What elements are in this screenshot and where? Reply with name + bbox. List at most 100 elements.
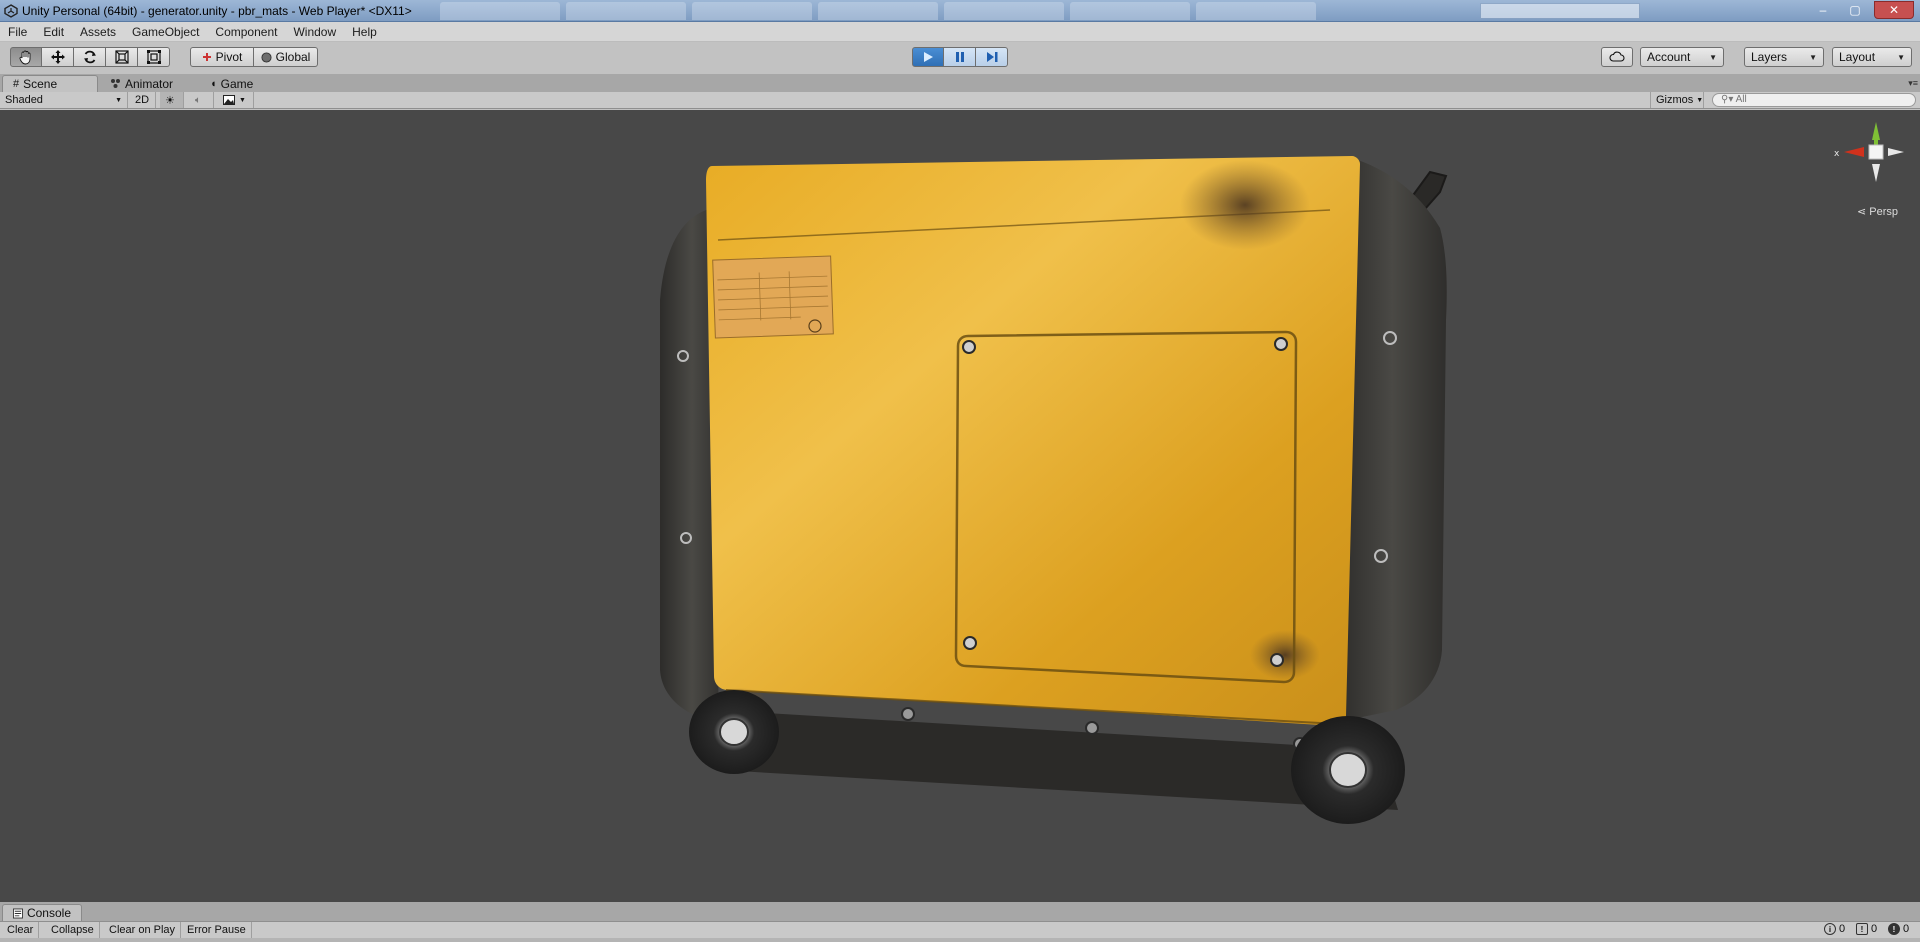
generator-model	[660, 156, 1448, 824]
pause-icon	[955, 52, 964, 62]
rotate-icon	[83, 50, 96, 64]
tab-scene[interactable]: # Scene	[2, 75, 98, 92]
rotate-tool-button[interactable]	[74, 47, 106, 67]
layout-dropdown[interactable]: Layout ▼	[1832, 47, 1912, 67]
hand-icon	[19, 50, 31, 65]
warning-counter[interactable]: ! 0	[1856, 923, 1877, 935]
axis-gizmo-icon: x	[1834, 122, 1904, 182]
tab-menu-icon[interactable]: ▾≡	[1908, 78, 1918, 89]
tab-animator[interactable]: Animator	[100, 75, 183, 92]
rect-transform-icon	[146, 50, 161, 64]
console-toolbar: Clear Collapse Clear on Play Error Pause…	[0, 921, 1920, 938]
menu-component[interactable]: Component	[207, 25, 285, 39]
play-icon	[924, 52, 933, 62]
global-label: Global	[275, 50, 311, 64]
scene-lighting-toggle[interactable]: ☀	[160, 92, 184, 108]
console-clear-button[interactable]: Clear	[2, 922, 40, 938]
scene-toolbar: Shaded ▼ 2D ☀ 🔈︎ ▼ Gizmos ▼ ⚲▾ All	[0, 92, 1920, 109]
search-placeholder: All	[1735, 94, 1747, 105]
warning-count: 0	[1871, 923, 1878, 935]
scale-icon	[114, 50, 129, 64]
layers-group: Layers ▼	[1744, 47, 1824, 67]
move-tool-button[interactable]	[42, 47, 74, 67]
spec-plate	[712, 255, 834, 339]
transform-tools	[10, 47, 170, 67]
speaker-icon: 🔈︎	[195, 94, 201, 106]
menu-edit[interactable]: Edit	[35, 25, 72, 39]
gizmos-label: Gizmos	[1656, 94, 1694, 106]
sun-icon: ☀	[165, 94, 175, 107]
pivot-global-toggles: Pivot Global	[190, 47, 318, 67]
menu-help[interactable]: Help	[344, 25, 385, 39]
account-dropdown[interactable]: Account ▼	[1640, 47, 1724, 67]
step-button[interactable]	[976, 47, 1008, 67]
error-counter[interactable]: ! 0	[1888, 923, 1909, 935]
chevron-down-icon: ▼	[1696, 96, 1704, 104]
menu-file[interactable]: File	[0, 25, 35, 39]
error-icon: !	[1888, 923, 1900, 935]
pivot-icon	[202, 53, 211, 61]
play-button[interactable]	[912, 47, 944, 67]
2d-toggle-button[interactable]: 2D	[130, 92, 156, 108]
layout-label: Layout	[1839, 50, 1876, 64]
cloud-group	[1601, 47, 1633, 67]
scene-effects-dropdown[interactable]: ▼	[218, 92, 254, 108]
background-search-box	[1480, 3, 1640, 19]
wheel-left	[689, 690, 779, 774]
unity-logo-icon	[2, 2, 20, 20]
scene-viewport[interactable]: x ⋖ Persp	[0, 110, 1920, 902]
error-count: 0	[1903, 923, 1910, 935]
menu-window[interactable]: Window	[285, 25, 344, 39]
hand-tool-button[interactable]	[10, 47, 42, 67]
chevron-down-icon: ▼	[1809, 52, 1817, 62]
console-tab-row: Console	[0, 902, 1920, 921]
grid-icon: #	[13, 78, 20, 90]
scene-search-input[interactable]: ⚲▾ All	[1712, 93, 1916, 107]
console-icon	[13, 908, 23, 918]
chevron-down-icon: ▼	[1709, 52, 1717, 62]
close-button[interactable]: ✕	[1874, 1, 1914, 19]
window-title: Unity Personal (64bit) - generator.unity…	[22, 3, 412, 18]
restore-button[interactable]: ▢	[1842, 1, 1868, 19]
status-bar	[0, 938, 1920, 942]
scene-audio-toggle[interactable]: 🔈︎	[190, 92, 214, 108]
shading-mode-label: Shaded	[5, 94, 43, 106]
rect-tool-button[interactable]	[138, 47, 170, 67]
move-arrows-icon	[50, 50, 65, 64]
account-label: Account	[1647, 50, 1691, 64]
cloud-services-button[interactable]	[1601, 47, 1633, 67]
projection-toggle[interactable]: ⋖ Persp	[1857, 205, 1898, 218]
console-collapse-button[interactable]: Collapse	[46, 922, 100, 938]
tab-game-label: Game	[220, 76, 254, 91]
animator-icon	[111, 79, 120, 88]
menu-assets[interactable]: Assets	[72, 25, 124, 39]
step-forward-icon	[986, 52, 997, 62]
console-error-pause-toggle[interactable]: Error Pause	[182, 922, 252, 938]
main-toolbar: Pivot Global Account ▼ Layers ▼ Layout ▼	[0, 42, 1920, 74]
tab-game[interactable]: ◖ Game	[200, 75, 263, 92]
shading-mode-dropdown[interactable]: Shaded ▼	[0, 92, 128, 108]
playback-controls	[912, 47, 1008, 67]
rust-patch	[1180, 160, 1310, 250]
pause-button[interactable]	[944, 47, 976, 67]
tab-console[interactable]: Console	[2, 904, 82, 921]
global-toggle-button[interactable]: Global	[254, 47, 318, 67]
cloud-icon	[1609, 51, 1625, 62]
menu-gameobject[interactable]: GameObject	[124, 25, 207, 39]
gizmos-dropdown[interactable]: Gizmos ▼	[1650, 92, 1704, 108]
search-icon: ⚲▾	[1721, 94, 1734, 105]
scale-tool-button[interactable]	[106, 47, 138, 67]
tab-animator-label: Animator	[125, 76, 174, 91]
layers-dropdown[interactable]: Layers ▼	[1744, 47, 1824, 67]
info-counter[interactable]: i 0	[1824, 923, 1845, 935]
image-icon	[223, 95, 235, 105]
pivot-toggle-button[interactable]: Pivot	[190, 47, 254, 67]
console-clear-on-play-toggle[interactable]: Clear on Play	[104, 922, 182, 938]
warning-icon: !	[1856, 923, 1868, 935]
wheel-right	[1291, 716, 1405, 824]
chevron-down-icon: ▼	[239, 96, 246, 104]
persp-icon: ⋖	[1856, 206, 1867, 218]
background-taskbar-tabs	[440, 2, 1440, 20]
minimize-button[interactable]: –	[1810, 1, 1836, 19]
scene-orientation-gizmo[interactable]: x	[1832, 118, 1912, 218]
